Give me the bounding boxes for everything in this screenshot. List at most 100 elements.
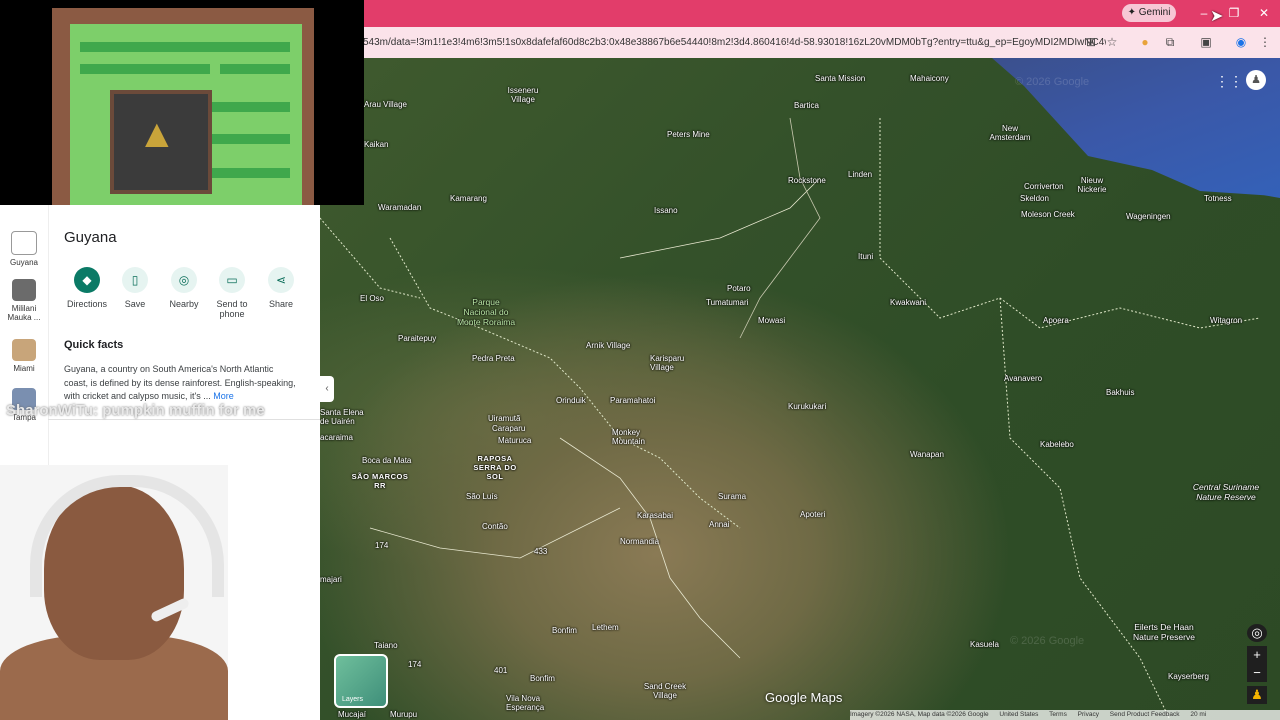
layers-button[interactable]: Layers <box>334 654 388 708</box>
recent-place-guyana[interactable]: Guyana <box>4 231 44 267</box>
map-label[interactable]: Santa Mission <box>815 74 865 83</box>
zoom-in-button[interactable]: + <box>1247 646 1267 664</box>
map-label[interactable]: Uiramutã <box>488 414 520 423</box>
map-label[interactable]: Bartica <box>794 101 819 110</box>
restore-icon[interactable]: ❐ <box>1226 5 1242 21</box>
map-label[interactable]: Totness <box>1204 194 1232 203</box>
map-label[interactable]: Kurukukari <box>788 402 826 411</box>
browser-menu-icon[interactable]: ⋮ <box>1257 34 1273 50</box>
map-label[interactable]: Pedra Preta <box>472 354 515 363</box>
map-label[interactable]: Vila Nova Esperança <box>506 694 550 712</box>
gemini-button[interactable]: ✦ Gemini <box>1122 4 1176 22</box>
map-label[interactable]: Mucajaí <box>338 710 366 719</box>
map-label[interactable]: Apoteri <box>800 510 825 519</box>
map-label[interactable]: Tumatumari <box>706 298 748 307</box>
park-label[interactable]: Parque Nacional do Monte Roraima <box>456 297 516 327</box>
extension-icon[interactable]: ● <box>1137 34 1153 50</box>
map-label[interactable]: Caraparu <box>492 424 525 433</box>
map-label[interactable]: São Luís <box>466 492 498 501</box>
footer-feedback[interactable]: Send Product Feedback <box>1110 711 1180 718</box>
map-label[interactable]: Corriverton <box>1024 182 1064 191</box>
tab-search-icon[interactable]: ▣ <box>1198 34 1214 50</box>
close-icon[interactable]: ✕ <box>1256 5 1272 21</box>
map-label[interactable]: Bakhuis <box>1106 388 1134 397</box>
map-label[interactable]: Kayserberg <box>1168 672 1209 681</box>
map-label[interactable]: acaraima <box>320 433 353 442</box>
map-label[interactable]: New Amsterdam <box>985 124 1035 142</box>
map-label[interactable]: El Oso <box>360 294 384 303</box>
map-label[interactable]: Linden <box>848 170 872 179</box>
extensions-puzzle-icon[interactable]: ⧉ <box>1162 34 1178 50</box>
map-label[interactable]: Kabelebo <box>1040 440 1074 449</box>
save-button[interactable]: ▯ Save <box>110 267 160 309</box>
recent-place-mililani[interactable]: Mililani Mauka ... <box>4 279 44 322</box>
map-label[interactable]: Contão <box>482 522 508 531</box>
map-label[interactable]: Orinduik <box>556 396 586 405</box>
map-label[interactable]: Sand Creek Village <box>640 682 690 700</box>
map-label[interactable]: Mowasi <box>758 316 785 325</box>
map-label[interactable]: Issano <box>654 206 678 215</box>
map-label[interactable]: Murupu <box>390 710 417 719</box>
map-label[interactable]: Annai <box>709 520 729 529</box>
map-label[interactable]: Taiano <box>374 641 398 650</box>
account-icon[interactable]: ♟ <box>1246 70 1266 90</box>
google-apps-icon[interactable]: ⋮⋮ <box>1215 73 1243 90</box>
footer-scale[interactable]: 20 mi <box>1190 711 1206 718</box>
footer-privacy[interactable]: Privacy <box>1078 711 1099 718</box>
profile-avatar-icon[interactable]: ◉ <box>1233 34 1249 50</box>
directions-button[interactable]: ◆ Directions <box>62 267 112 309</box>
map-label[interactable]: Peters Mine <box>667 130 710 139</box>
map-label[interactable]: Santa Elena de Uairén <box>320 408 365 426</box>
footer-region[interactable]: United States <box>999 711 1038 718</box>
recent-place-miami[interactable]: Miami <box>4 339 44 373</box>
send-to-phone-button[interactable]: ▭ Send to phone <box>207 267 257 319</box>
map-label[interactable]: Ituni <box>858 252 873 261</box>
map-label[interactable]: Wanapan <box>910 450 944 459</box>
map-label[interactable]: Kaikan <box>364 140 388 149</box>
map-label[interactable]: Isseneru Village <box>498 86 548 104</box>
my-location-icon[interactable]: ◎ <box>1247 624 1267 642</box>
map-label[interactable]: Moleson Creek <box>1021 210 1075 219</box>
install-app-icon[interactable]: ⊞ <box>1083 34 1099 50</box>
map-label[interactable]: Boca da Mata <box>362 456 411 465</box>
map-label[interactable]: Monkey Mountain <box>612 428 652 446</box>
map-label[interactable]: Potaro <box>727 284 751 293</box>
reserve-label[interactable]: Eilerts De Haan Nature Preserve <box>1124 622 1204 642</box>
map-label[interactable]: Maturuca <box>498 436 531 445</box>
map-label[interactable]: Paramahatoi <box>610 396 655 405</box>
map-label[interactable]: Nieuw Nickerie <box>1072 176 1112 194</box>
map-label[interactable]: Kasuela <box>970 640 999 649</box>
map-label[interactable]: Lethem <box>592 623 619 632</box>
map-label[interactable]: Bonfim <box>530 674 555 683</box>
map-label[interactable]: Avanavero <box>1004 374 1042 383</box>
map-label[interactable]: Normandia <box>620 537 659 546</box>
collapse-panel-button[interactable]: ‹ <box>320 376 334 402</box>
map-label[interactable]: Paraitepuy <box>398 334 436 343</box>
map-label[interactable]: Kwakwani <box>890 298 926 307</box>
reserve-label[interactable]: Central Suriname Nature Reserve <box>1186 482 1266 502</box>
zoom-out-button[interactable]: − <box>1247 664 1267 682</box>
map-label[interactable]: Apoera <box>1043 316 1069 325</box>
nearby-button[interactable]: ◎ Nearby <box>159 267 209 309</box>
map-label[interactable]: Skeldon <box>1020 194 1049 203</box>
map-label[interactable]: Karisparu Village <box>650 354 700 372</box>
map-label[interactable]: Arau Village <box>364 100 407 109</box>
bookmark-star-icon[interactable]: ☆ <box>1104 34 1120 50</box>
map-label[interactable]: Rockstone <box>788 176 826 185</box>
region-label[interactable]: SÃO MARCOS RR <box>350 472 410 490</box>
satellite-map[interactable]: © 2026 Google © 2026 Google Isseneru Vil… <box>320 58 1280 720</box>
region-label[interactable]: RAPOSA SERRA DO SOL <box>465 454 525 481</box>
map-label[interactable]: Wageningen <box>1126 212 1171 221</box>
map-label[interactable]: Waramadan <box>378 203 421 212</box>
map-label[interactable]: Surama <box>718 492 746 501</box>
address-bar[interactable]: 543m/data=!3m1!1e3!4m6!3m5!1s0x8dafefaf6… <box>363 31 1106 54</box>
map-label[interactable]: Mahaicony <box>910 74 949 83</box>
map-label[interactable]: majari <box>320 575 342 584</box>
map-label[interactable]: Witagron <box>1210 316 1242 325</box>
pegman-icon[interactable]: ♟ <box>1247 686 1267 704</box>
share-button[interactable]: ⋖ Share <box>256 267 306 309</box>
map-label[interactable]: Arnik Village <box>586 341 630 350</box>
map-label[interactable]: Kamarang <box>450 194 487 203</box>
map-label[interactable]: Karasabai <box>637 511 673 520</box>
footer-terms[interactable]: Terms <box>1049 711 1067 718</box>
